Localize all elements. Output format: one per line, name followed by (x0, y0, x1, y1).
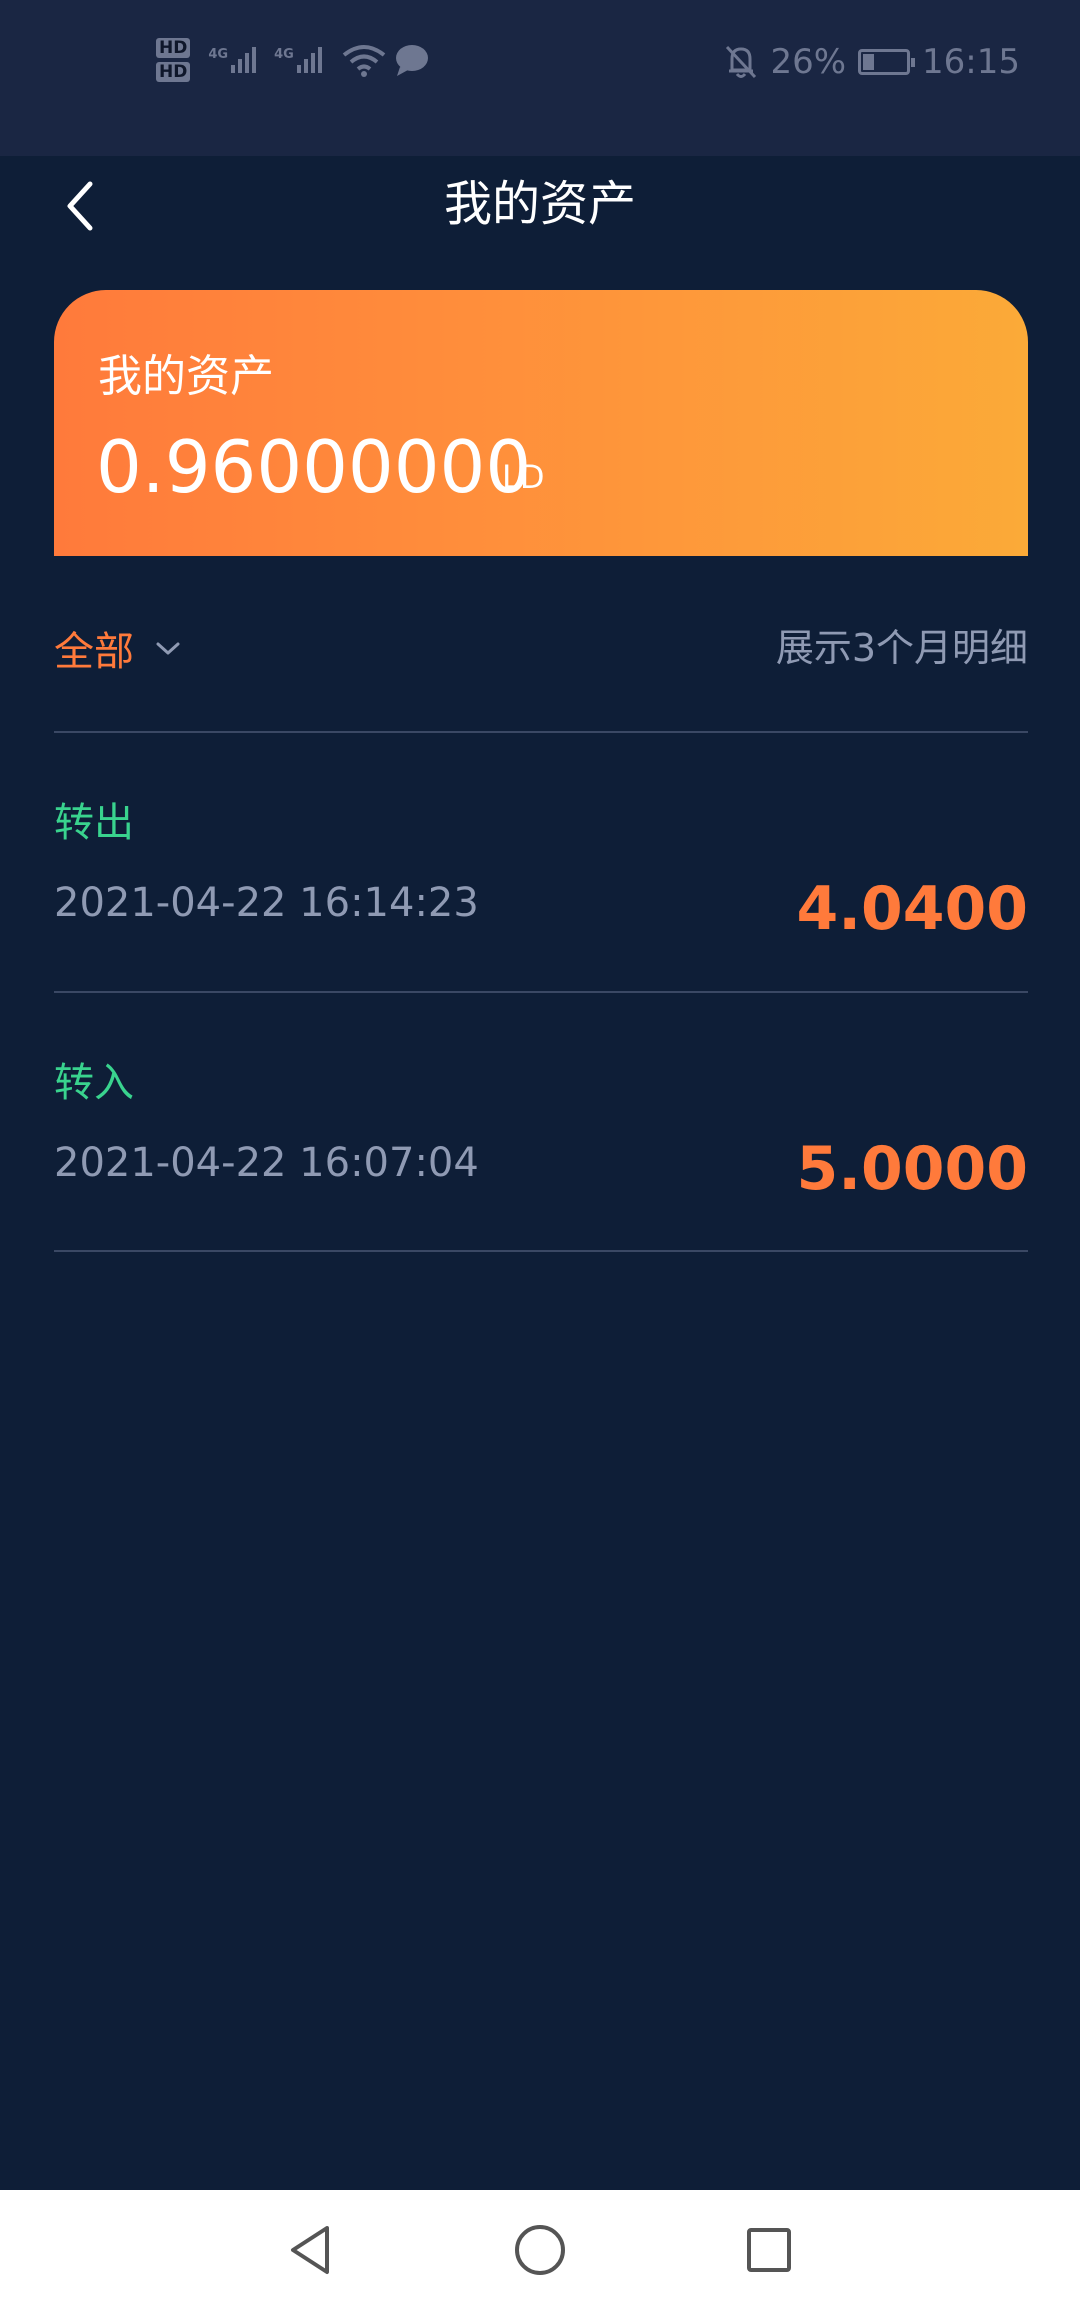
list-item[interactable]: 转出 2021-04-22 16:14:23 4.0400 (54, 770, 1028, 1026)
battery-fill (863, 54, 875, 70)
record-type: 转入 (54, 1060, 134, 1106)
nav-home-button[interactable] (495, 2210, 585, 2290)
mute-bell-icon (726, 45, 757, 79)
signal-icon-2: 4G (274, 47, 322, 73)
nav-back-button[interactable] (265, 2210, 355, 2290)
record-amount: 4.0400 (796, 874, 1028, 944)
period-note: 展示3个月明细 (775, 626, 1028, 670)
status-left: HD HD 4G 4G (156, 30, 430, 90)
network1-label: 4G (208, 47, 229, 62)
status-bar: HD HD 4G 4G 26% 16:15 (0, 0, 1080, 156)
filter-dropdown[interactable]: 全部 (54, 610, 182, 686)
record-time: 2021-04-22 16:14:23 (54, 880, 479, 926)
record-type: 转出 (54, 800, 134, 846)
sim1-hd-label: HD (156, 38, 191, 58)
status-time: 16:15 (922, 42, 1020, 82)
asset-amount: 0.96000000 (96, 425, 532, 509)
back-triangle-icon (291, 2226, 329, 2274)
network2-label: 4G (274, 47, 294, 62)
asset-card: 我的资产 0.96000000 LD (54, 290, 1028, 556)
filter-selected-label: 全部 (54, 629, 134, 675)
wifi-icon (342, 45, 386, 77)
record-amount: 5.0000 (796, 1134, 1028, 1204)
battery-percent: 26% (770, 42, 847, 82)
home-circle-icon (515, 2225, 565, 2275)
list-item[interactable]: 转入 2021-04-22 16:07:04 5.0000 (54, 1030, 1028, 1286)
battery-icon (858, 49, 916, 75)
chevron-down-icon (156, 642, 180, 655)
signal-icon: 4G (208, 47, 257, 73)
asset-unit: LD (502, 458, 545, 496)
filter-row: 全部 展示3个月明细 (54, 610, 1028, 686)
divider (54, 1250, 1028, 1252)
divider (54, 731, 1028, 733)
recents-square-icon (747, 2228, 791, 2272)
asset-card-label: 我的资产 (98, 351, 274, 402)
divider (54, 991, 1028, 993)
chat-icon (395, 45, 428, 76)
hd-icon: HD HD (156, 38, 191, 82)
nav-recents-button[interactable] (724, 2210, 814, 2290)
page-header: 我的资产 (0, 156, 1080, 266)
sim2-hd-label: HD (156, 62, 191, 82)
system-nav-bar (0, 2190, 1080, 2310)
record-time: 2021-04-22 16:07:04 (54, 1140, 479, 1186)
status-right: 26% 16:15 (724, 36, 1020, 88)
page-title: 我的资产 (443, 176, 636, 232)
